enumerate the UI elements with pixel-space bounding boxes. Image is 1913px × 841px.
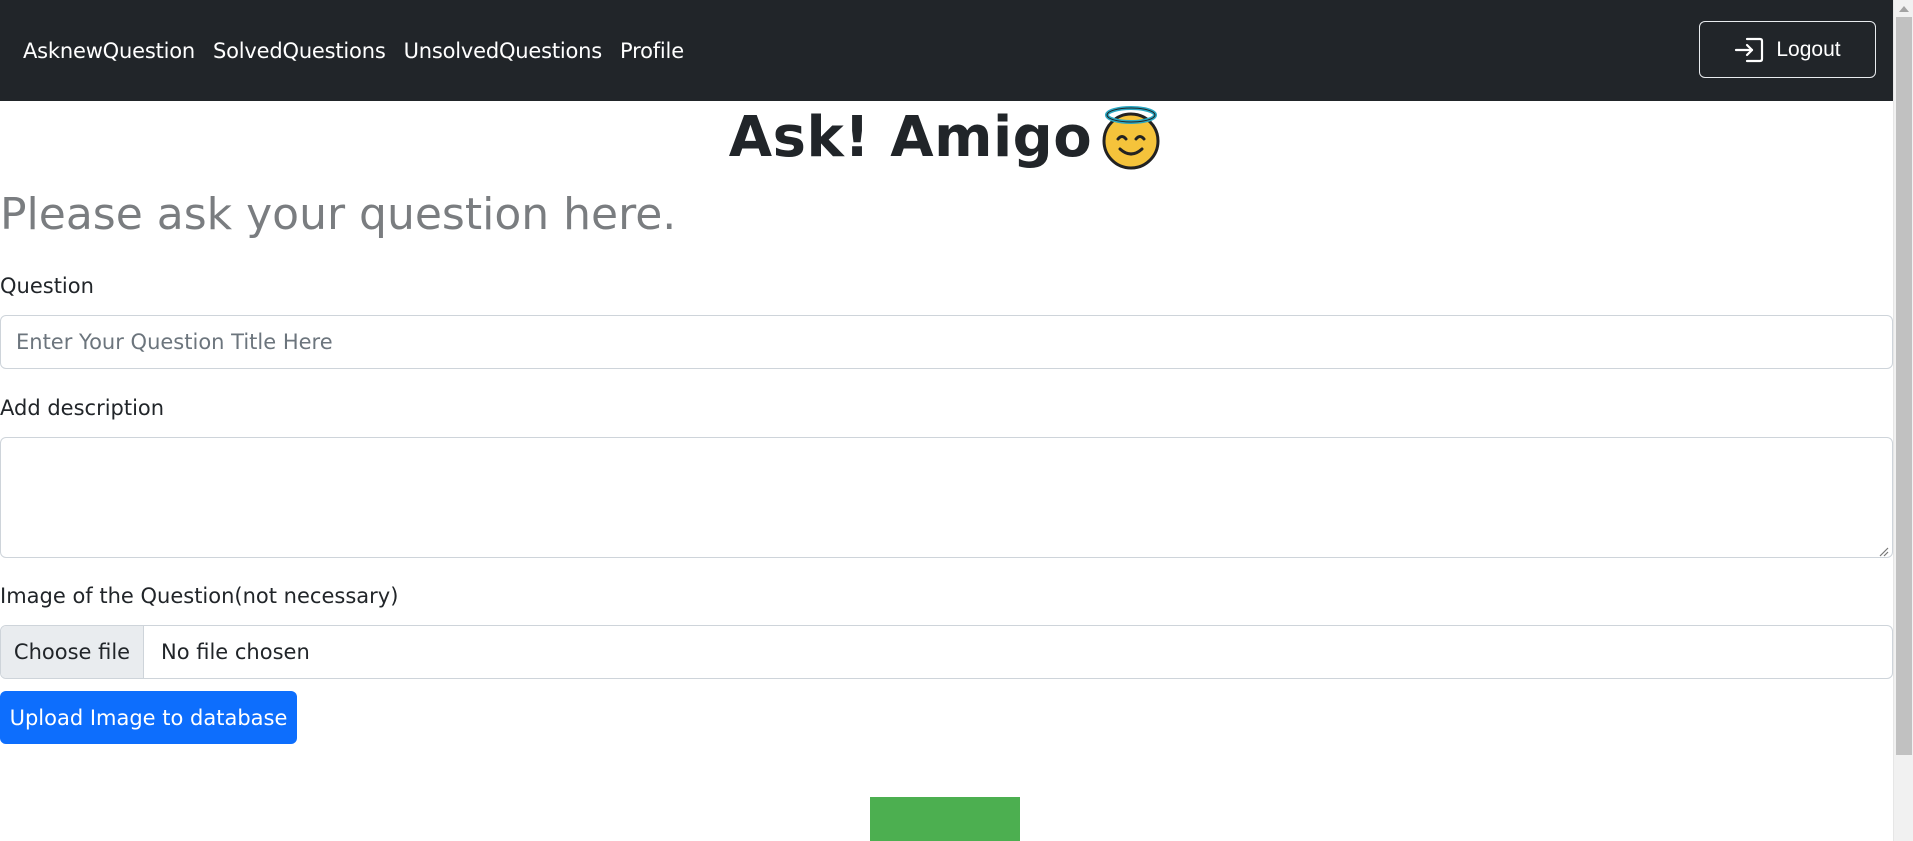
image-label: Image of the Question(not necessary) xyxy=(0,584,399,608)
logout-label: Logout xyxy=(1776,37,1841,61)
box-arrow-in-right-icon xyxy=(1734,37,1764,63)
nav-links: AsknewQuestion SolvedQuestions UnsolvedQ… xyxy=(23,39,702,63)
page-title: Ask! Amigo xyxy=(728,105,1093,170)
nav-link-profile[interactable]: Profile xyxy=(620,39,684,63)
description-label: Add description xyxy=(0,396,165,420)
description-textarea[interactable] xyxy=(0,437,1893,558)
vertical-scrollbar[interactable] xyxy=(1893,0,1913,841)
page-header: Ask! Amigo xyxy=(0,105,1893,171)
scroll-up-arrow-icon[interactable] xyxy=(1899,6,1909,12)
form-intro: Please ask your question here. xyxy=(0,189,677,240)
page: AsknewQuestion SolvedQuestions UnsolvedQ… xyxy=(0,0,1913,841)
top-navbar: AsknewQuestion SolvedQuestions UnsolvedQ… xyxy=(0,0,1893,101)
nav-link-unsolved-questions[interactable]: UnsolvedQuestions xyxy=(404,39,603,63)
resize-grip-icon[interactable] xyxy=(1877,542,1889,557)
question-title-input[interactable] xyxy=(0,315,1893,369)
submit-button[interactable] xyxy=(870,797,1020,841)
nav-link-ask-new-question[interactable]: AsknewQuestion xyxy=(23,39,195,63)
image-file-input[interactable]: Choose file No file chosen xyxy=(0,625,1893,679)
upload-image-button[interactable]: Upload Image to database xyxy=(0,691,297,744)
question-label: Question xyxy=(0,274,94,298)
smiling-face-with-halo-icon xyxy=(1098,105,1164,171)
nav-link-solved-questions[interactable]: SolvedQuestions xyxy=(213,39,386,63)
scrollbar-thumb[interactable] xyxy=(1896,17,1912,755)
file-status-text: No file chosen xyxy=(161,640,310,664)
logout-button[interactable]: Logout xyxy=(1699,21,1876,78)
choose-file-button[interactable]: Choose file xyxy=(1,626,144,678)
